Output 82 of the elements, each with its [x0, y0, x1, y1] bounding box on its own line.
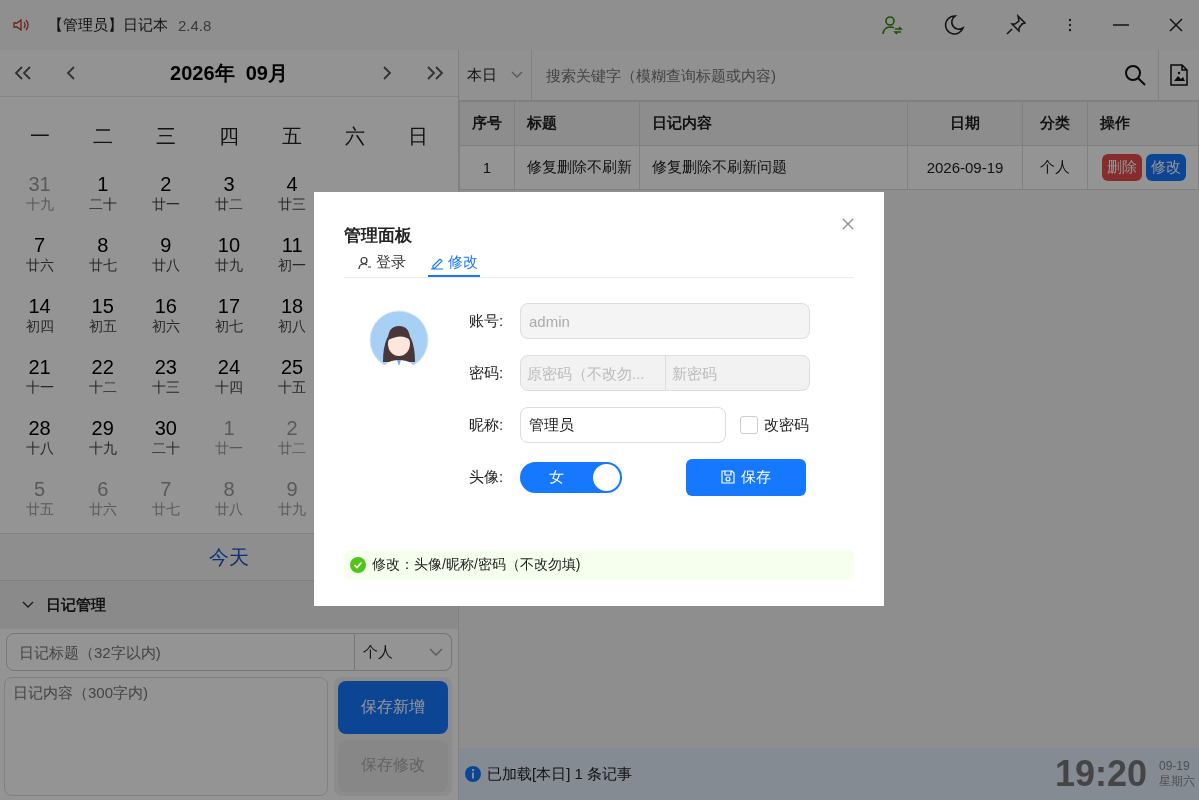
title-field[interactable]: 日记标题（32字以内) [6, 633, 355, 671]
calendar-day[interactable]: 3 廿二 [197, 163, 261, 224]
chevron-down-icon [511, 71, 523, 79]
nickname-field[interactable]: 管理员 [520, 407, 726, 443]
calendar-day[interactable]: 9 廿八 [134, 224, 198, 285]
status-message: 已加载[本日] 1 条记事 [487, 764, 632, 784]
close-icon[interactable] [842, 218, 854, 230]
hint-banner: 修改：头像/昵称/密码（不改勿填) [344, 550, 854, 580]
table-cell: 1 [459, 145, 515, 190]
calendar-day[interactable]: 21 十一 [8, 346, 72, 407]
info-icon [465, 766, 481, 782]
column-header: 日期 [907, 101, 1023, 146]
save-button[interactable]: 保存 [686, 458, 806, 496]
pin-icon[interactable] [1005, 14, 1027, 36]
calendar-day[interactable]: 2 廿一 [134, 163, 198, 224]
moon-icon[interactable] [943, 14, 965, 36]
column-header: 标题 [514, 101, 640, 146]
calendar-day[interactable]: 8 廿七 [71, 224, 135, 285]
weekday-label: 五 [281, 124, 304, 149]
calendar-day[interactable]: 23 十三 [134, 346, 198, 407]
field-label: 昵称: [469, 415, 505, 435]
close-icon[interactable] [1169, 18, 1183, 32]
calendar-day[interactable]: 17 初七 [197, 285, 261, 346]
more-icon[interactable] [1067, 17, 1073, 33]
calendar-day[interactable]: 1 二十 [71, 163, 135, 224]
calendar-day[interactable]: 16 初六 [134, 285, 198, 346]
calendar-day[interactable]: 7 廿六 [8, 224, 72, 285]
dialog-title: 管理面板 [344, 225, 412, 247]
clock-weekday: 星期六 [1159, 772, 1195, 790]
weekday-label: 三 [154, 124, 177, 149]
section-title: 日记管理 [46, 595, 106, 615]
chevron-down-icon [429, 648, 443, 656]
table-cell: 个人 [1022, 145, 1088, 190]
search-icon[interactable] [1124, 64, 1146, 86]
avatar-switch[interactable]: 女 [520, 461, 622, 493]
tab[interactable]: 登录 [356, 251, 408, 277]
speaker-icon [12, 16, 30, 34]
weekday-label: 四 [218, 124, 240, 149]
weekday-label: 二 [91, 124, 114, 149]
weekday-label: 一 [28, 124, 51, 149]
left-icon[interactable] [66, 66, 77, 80]
today-button[interactable]: 今天 [203, 542, 255, 572]
calendar-day[interactable]: 24 十四 [197, 346, 261, 407]
window-title: 【管理员】日记本 [48, 15, 168, 35]
chevron-down-icon[interactable] [22, 601, 34, 609]
column-header: 序号 [459, 101, 515, 146]
field-label: 账号: [469, 311, 505, 331]
change-password-checkbox[interactable]: 改密码 [740, 415, 809, 435]
category-select[interactable]: 个人 [355, 633, 452, 671]
user-icon [358, 255, 372, 270]
double-left-icon[interactable] [14, 66, 32, 80]
table-cell: 修复删除不刷新问题 [639, 145, 908, 190]
calendar-day[interactable]: 30 二十 [134, 407, 198, 468]
user-switch-icon[interactable] [881, 14, 903, 36]
table-cell: 修复删除不刷新 [514, 145, 640, 190]
clock-date: 09-19 [1159, 758, 1191, 773]
calendar-day[interactable]: 14 初四 [8, 285, 72, 346]
clock-time: 19:20 [1054, 753, 1147, 795]
column-header: 操作 [1087, 101, 1199, 146]
table-cell: 2026-09-19 [907, 145, 1023, 190]
weekday-label: 日 [407, 124, 430, 149]
field-label: 头像: [469, 467, 505, 487]
image-file-icon[interactable] [1170, 64, 1188, 86]
tab[interactable]: 修改 [428, 251, 480, 277]
avatar-icon [369, 310, 429, 370]
version-label: 2.4.8 [178, 16, 212, 34]
column-header: 日记内容 [639, 101, 908, 146]
field-label: 密码: [469, 363, 505, 383]
search-field[interactable]: 搜索关键字（模糊查询标题或内容) [544, 65, 1112, 85]
weekday-label: 六 [344, 124, 367, 149]
calendar-day[interactable]: 29 十九 [71, 407, 135, 468]
floppy-icon [721, 470, 735, 484]
calendar-day[interactable]: 10 廿九 [197, 224, 261, 285]
calendar-day[interactable]: 22 十二 [71, 346, 135, 407]
double-right-icon[interactable] [426, 66, 444, 80]
calendar-day[interactable]: 28 十八 [8, 407, 72, 468]
right-icon[interactable] [381, 66, 392, 80]
range-select[interactable]: 本日 [459, 50, 532, 100]
column-header: 分类 [1022, 101, 1088, 146]
calendar-day[interactable]: 15 初五 [71, 285, 135, 346]
content-field[interactable]: 日记内容（300字内) [4, 677, 328, 796]
month-title: 2026年 09月 [170, 60, 288, 86]
